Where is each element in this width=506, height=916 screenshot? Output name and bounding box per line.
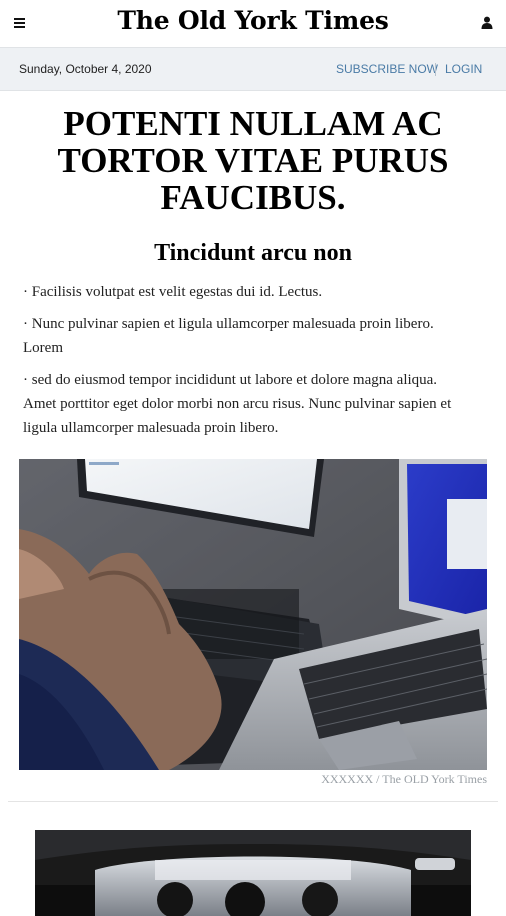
article-photo-laptops <box>19 459 487 770</box>
current-date: Sunday, October 4, 2020 <box>19 62 152 76</box>
article-subheadline: Tincidunt arcu non <box>154 240 352 266</box>
photo-caption: XXXXXX / The OLD York Times <box>321 772 487 786</box>
subscribe-now-link[interactable]: SUBSCRIBE NOW <box>336 62 438 76</box>
article-headline: POTENTI NULLAM AC TORTOR VITAE PURUS FAU… <box>57 104 449 217</box>
sub-header-bar: Sunday, October 4, 2020 SUBSCRIBE NOW LO… <box>0 47 506 91</box>
bullet-item: · sed do eiusmod tempor incididunt ut la… <box>23 372 452 436</box>
section-divider <box>8 801 498 802</box>
article-photo-airplane-cabin <box>35 830 471 916</box>
bullet-item: · Nunc pulvinar sapien et ligula ullamco… <box>23 316 434 356</box>
link-divider <box>435 63 436 76</box>
masthead-logo[interactable]: The Old York Times <box>0 6 506 35</box>
bullet-item: · Facilisis volutpat est velit egestas d… <box>23 284 323 300</box>
top-bar: The Old York Times <box>0 0 506 47</box>
user-icon[interactable] <box>481 16 493 29</box>
article-bullet-list: · Facilisis volutpat est velit egestas d… <box>23 280 463 448</box>
login-link[interactable]: LOGIN <box>445 62 482 76</box>
